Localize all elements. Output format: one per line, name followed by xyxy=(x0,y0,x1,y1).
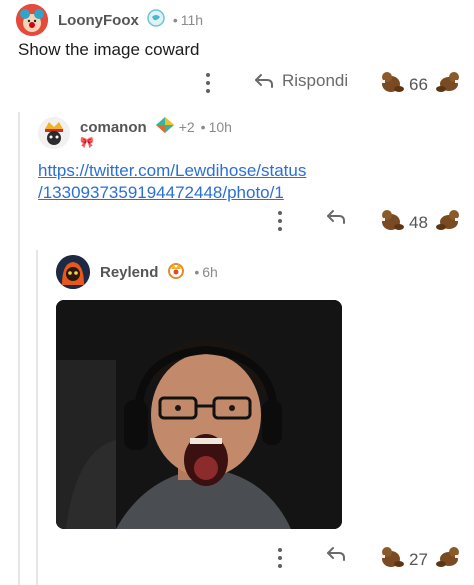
comment-actions: Rispondi 66 xyxy=(0,68,474,98)
more-options-button[interactable] xyxy=(277,211,283,231)
timestamp: 6h xyxy=(202,264,218,280)
vote-count: 48 xyxy=(409,213,428,232)
tweet-link[interactable]: https://twitter.com/Lewdihose/status /13… xyxy=(38,160,306,204)
more-options-button[interactable] xyxy=(205,73,211,93)
comment-actions: 27 xyxy=(0,543,474,573)
reply-button[interactable] xyxy=(326,209,346,225)
award-count: +2 xyxy=(178,119,195,135)
beaver-upvote-icon xyxy=(381,547,404,567)
time-dot: • xyxy=(172,12,178,28)
avatar[interactable] xyxy=(38,117,70,149)
avatar[interactable] xyxy=(16,4,48,36)
comment-header: comanon +2 • 10h xyxy=(38,116,232,150)
comment-comanon: comanon +2 • 10h 🎀 https://twitter.com/L… xyxy=(0,110,474,250)
award-icon[interactable] xyxy=(155,116,175,139)
beaver-upvote-icon xyxy=(381,72,404,92)
time-dot: • xyxy=(194,264,200,280)
beaver-downvote-icon xyxy=(436,547,459,567)
avatar-clown-icon xyxy=(16,4,48,36)
crown-flair-icon xyxy=(166,261,186,284)
username[interactable]: LoonyFoox xyxy=(58,12,139,29)
tweet-link-line-2[interactable]: /1330937359194472448/photo/1 xyxy=(38,182,306,204)
avatar-crown-icon xyxy=(38,117,70,149)
beaver-downvote-icon xyxy=(436,72,459,92)
time-dot: • xyxy=(200,119,206,135)
beaver-upvote-icon xyxy=(381,210,404,230)
username[interactable]: Reylend xyxy=(100,264,158,281)
screaming-man-image xyxy=(56,300,342,529)
reply-button[interactable]: Rispondi xyxy=(254,71,348,91)
username[interactable]: comanon xyxy=(80,119,147,136)
downvote-button[interactable] xyxy=(436,545,462,574)
comment-header: Reylend • 6h xyxy=(56,254,218,290)
globe-flair-icon xyxy=(147,8,165,32)
reply-label: Rispondi xyxy=(282,71,349,90)
reply-button[interactable] xyxy=(326,546,346,562)
more-options-button[interactable] xyxy=(277,548,283,568)
comment-body: Show the image coward xyxy=(18,40,200,59)
vote-count: 27 xyxy=(409,550,428,569)
comment-loonyfoox: LoonyFoox • 11h Show the image coward Ri… xyxy=(0,0,474,110)
timestamp: 10h xyxy=(208,119,232,135)
comment-actions: 48 xyxy=(0,206,474,236)
reply-arrow-icon xyxy=(327,547,345,561)
vote-count: 66 xyxy=(409,75,428,94)
comment-reylend: Reylend • 6h 27 xyxy=(0,250,474,585)
reply-arrow-icon xyxy=(255,74,273,88)
avatar-hooded-robot-icon xyxy=(56,255,90,289)
downvote-button[interactable] xyxy=(436,70,462,99)
user-flair: 🎀 xyxy=(80,137,94,149)
downvote-button[interactable] xyxy=(436,208,462,237)
reply-arrow-icon xyxy=(327,210,345,224)
upvote-button[interactable] xyxy=(378,208,404,237)
beaver-downvote-icon xyxy=(436,210,459,230)
avatar[interactable] xyxy=(56,255,90,289)
upvote-button[interactable] xyxy=(378,70,404,99)
tweet-link-line-1[interactable]: https://twitter.com/Lewdihose/status xyxy=(38,160,306,182)
embedded-image[interactable] xyxy=(56,300,342,529)
timestamp: 11h xyxy=(180,12,204,28)
comment-header: LoonyFoox • 11h xyxy=(16,4,203,36)
upvote-button[interactable] xyxy=(378,545,404,574)
